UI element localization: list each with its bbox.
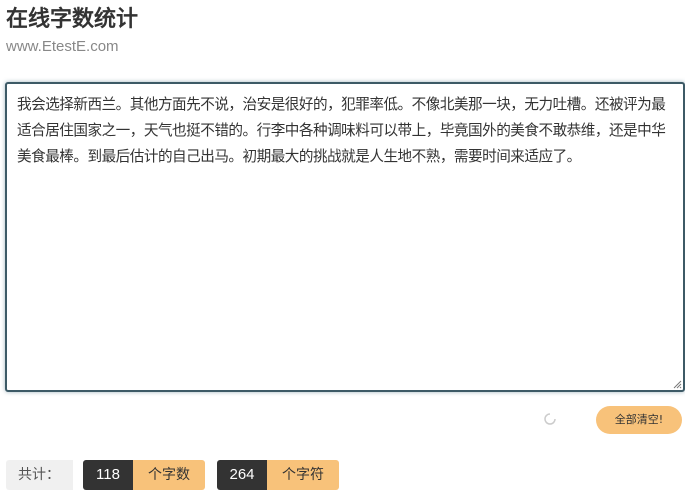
char-count-unit: 个字符 bbox=[267, 460, 339, 490]
word-count-badge: 118 个字数 bbox=[83, 460, 205, 490]
word-count-unit: 个字数 bbox=[133, 460, 205, 490]
resize-grip-icon[interactable] bbox=[672, 379, 682, 389]
loading-spinner-icon bbox=[544, 413, 556, 425]
word-count-value: 118 bbox=[83, 460, 133, 490]
stats-label: 共计： bbox=[6, 460, 73, 490]
site-url: www.EtestE.com bbox=[6, 38, 119, 55]
char-count-badge: 264 个字符 bbox=[217, 460, 339, 490]
page-title: 在线字数统计 bbox=[6, 7, 139, 32]
char-count-value: 264 bbox=[217, 460, 267, 490]
text-input[interactable]: 我会选择新西兰。其他方面先不说，治安是很好的，犯罪率低。不像北美那一块，无力吐槽… bbox=[7, 84, 683, 390]
word-count-page: 在线字数统计 www.EtestE.com 我会选择新西兰。其他方面先不说，治安… bbox=[0, 0, 685, 491]
stats-bar: 共计： 118 个字数 264 个字符 bbox=[6, 460, 351, 490]
clear-all-button[interactable]: 全部清空! bbox=[596, 406, 682, 434]
text-input-container: 我会选择新西兰。其他方面先不说，治安是很好的，犯罪率低。不像北美那一块，无力吐槽… bbox=[5, 82, 685, 392]
